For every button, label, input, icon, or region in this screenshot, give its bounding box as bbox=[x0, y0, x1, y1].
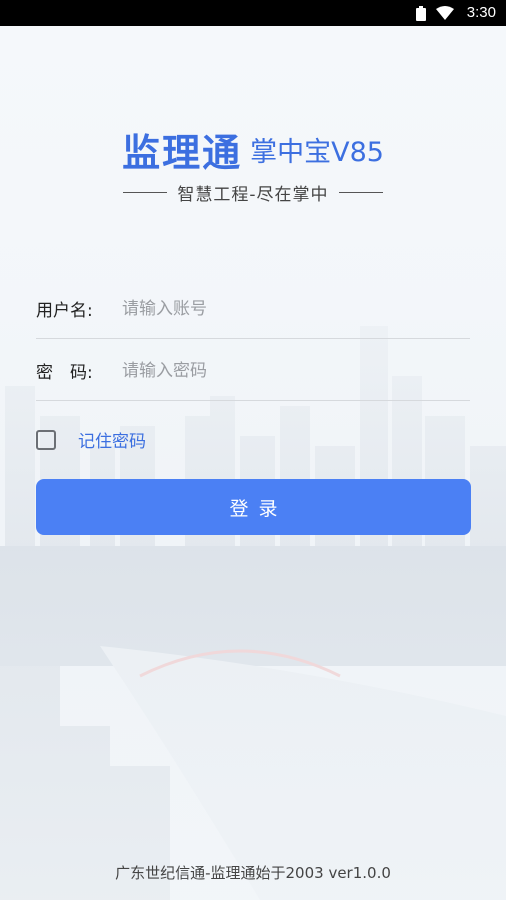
battery-icon bbox=[416, 6, 426, 21]
slogan-divider-left bbox=[123, 192, 168, 193]
slogan: 智慧工程-尽在掌中 bbox=[177, 185, 329, 205]
username-input[interactable] bbox=[120, 288, 464, 330]
remember-password[interactable]: 记住密码 bbox=[36, 427, 146, 452]
status-bar: 3:30 bbox=[0, 0, 506, 26]
remember-label[interactable]: 记住密码 bbox=[78, 427, 146, 452]
password-input[interactable] bbox=[120, 350, 464, 392]
remember-checkbox[interactable] bbox=[36, 429, 56, 450]
brand-title: 监理通 掌中宝V85 bbox=[0, 122, 506, 177]
app-title: 监理通 bbox=[122, 131, 243, 175]
footer-text: 广东世纪信通-监理通始于2003 ver1.0.0 bbox=[115, 864, 391, 882]
wifi-icon bbox=[436, 6, 454, 20]
password-field: 密 码: bbox=[36, 340, 470, 401]
status-time: 3:30 bbox=[466, 4, 496, 21]
username-field: 用户名: bbox=[36, 278, 470, 339]
username-label: 用户名: bbox=[36, 301, 93, 321]
slogan-row: 智慧工程-尽在掌中 bbox=[0, 180, 506, 205]
password-label: 密 码: bbox=[36, 363, 93, 383]
login-button[interactable]: 登录 bbox=[36, 479, 471, 535]
app-subtitle: 掌中宝V85 bbox=[250, 137, 384, 168]
slogan-divider-right bbox=[338, 192, 383, 193]
